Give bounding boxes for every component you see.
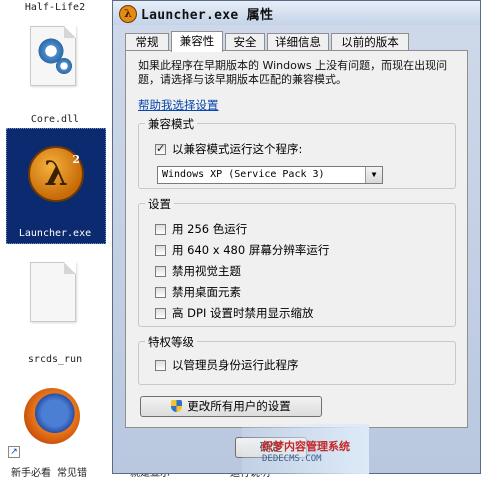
setting-checkbox[interactable] [155,245,166,256]
checkbox-label: 禁用桌面元素 [172,285,241,299]
os-version-select[interactable]: Windows XP (Service Pack 3) ▼ [157,166,383,184]
desktop-icon-label: srcds_run [27,354,83,365]
desktop-icon-core-dll[interactable]: Core.dll [0,16,100,128]
button-label: 更改所有用户的设置 [187,399,291,413]
intro-text: 如果此程序在早期版本的 Windows 上没有问题，而现在出现问题，请选择与该早… [138,59,448,86]
change-all-users-button[interactable]: 更改所有用户的设置 [140,396,322,417]
chevron-down-icon[interactable]: ▼ [365,167,382,183]
setting-checkbox[interactable] [155,266,166,277]
group-legend: 特权等级 [145,334,197,350]
setting-checkbox[interactable] [155,287,166,298]
group-legend: 设置 [145,196,174,212]
shortcut-arrow-icon: ↗ [8,446,20,458]
checkbox-label: 用 640 x 480 屏幕分辨率运行 [172,243,330,257]
shield-icon [171,400,183,412]
group-legend: 兼容模式 [145,116,197,132]
setting-option-high-dpi[interactable]: 高 DPI 设置时禁用显示缩放 [155,306,314,322]
checkbox-label: 以管理员身份运行此程序 [172,358,299,372]
compatibility-panel: 如果此程序在早期版本的 Windows 上没有问题，而现在出现问题，请选择与该早… [125,50,468,428]
run-as-admin-row[interactable]: 以管理员身份运行此程序 [155,358,299,374]
setting-option-disable-desktop[interactable]: 禁用桌面元素 [155,285,241,301]
checkbox-label: 用 256 色运行 [172,222,248,236]
select-value: Windows XP (Service Pack 3) [162,169,325,180]
desktop-icon-label: Launcher.exe [18,228,92,239]
settings-group: 设置 用 256 色运行 用 640 x 480 屏幕分辨率运行 禁用视觉主题 … [138,196,456,327]
setting-option-256-colors[interactable]: 用 256 色运行 [155,222,247,238]
compat-mode-group: 兼容模式 以兼容模式运行这个程序: Windows XP (Service Pa… [138,116,456,189]
watermark-text: 织梦内容管理系统 [262,440,350,453]
watermark: 织梦内容管理系统 DEDECMS.COM [242,424,369,474]
desktop-bottom-label: 新手必看 常见错 [10,468,88,479]
half-life-icon: λ2 [28,146,84,202]
compat-mode-checkbox-row[interactable]: 以兼容模式运行这个程序: [155,142,302,158]
desktop-icon-label: Core.dll [30,114,80,125]
gear-file-icon [30,26,76,86]
desktop-top-label: Half-Life2 [24,2,86,13]
watermark-sub: DEDECMS.COM [262,454,322,464]
tab-security[interactable]: 安全 [225,33,265,50]
setting-checkbox[interactable] [155,224,166,235]
checkbox-label: 以兼容模式运行这个程序: [172,142,303,156]
tab-general[interactable]: 常规 [125,33,169,50]
window-title: Launcher.exe 属性 [141,8,274,23]
checkbox-label: 禁用视觉主题 [172,264,241,278]
properties-window: λ Launcher.exe 属性 常规 兼容性 安全 详细信息 以前的版本 如… [112,0,481,474]
desktop-icon-srcds-run[interactable]: srcds_run [0,256,100,368]
help-link[interactable]: 帮助我选择设置 [138,97,219,113]
blank-file-icon [30,262,76,322]
tab-compatibility[interactable]: 兼容性 [171,31,223,52]
title-bar[interactable]: λ Launcher.exe 属性 [113,1,480,25]
checkbox-label: 高 DPI 设置时禁用显示缩放 [172,306,314,320]
setting-checkbox[interactable] [155,308,166,319]
tab-previous-versions[interactable]: 以前的版本 [331,33,409,50]
privilege-group: 特权等级 以管理员身份运行此程序 [138,334,456,385]
half-life-icon: λ [119,5,137,23]
run-as-admin-checkbox[interactable] [155,360,166,371]
tab-details[interactable]: 详细信息 [267,33,329,50]
firefox-icon[interactable] [24,388,80,444]
compat-mode-checkbox[interactable] [155,142,166,156]
setting-option-disable-themes[interactable]: 禁用视觉主题 [155,264,241,280]
setting-option-640x480[interactable]: 用 640 x 480 屏幕分辨率运行 [155,243,329,259]
desktop-icon-launcher-exe[interactable]: λ2 Launcher.exe [0,128,100,244]
